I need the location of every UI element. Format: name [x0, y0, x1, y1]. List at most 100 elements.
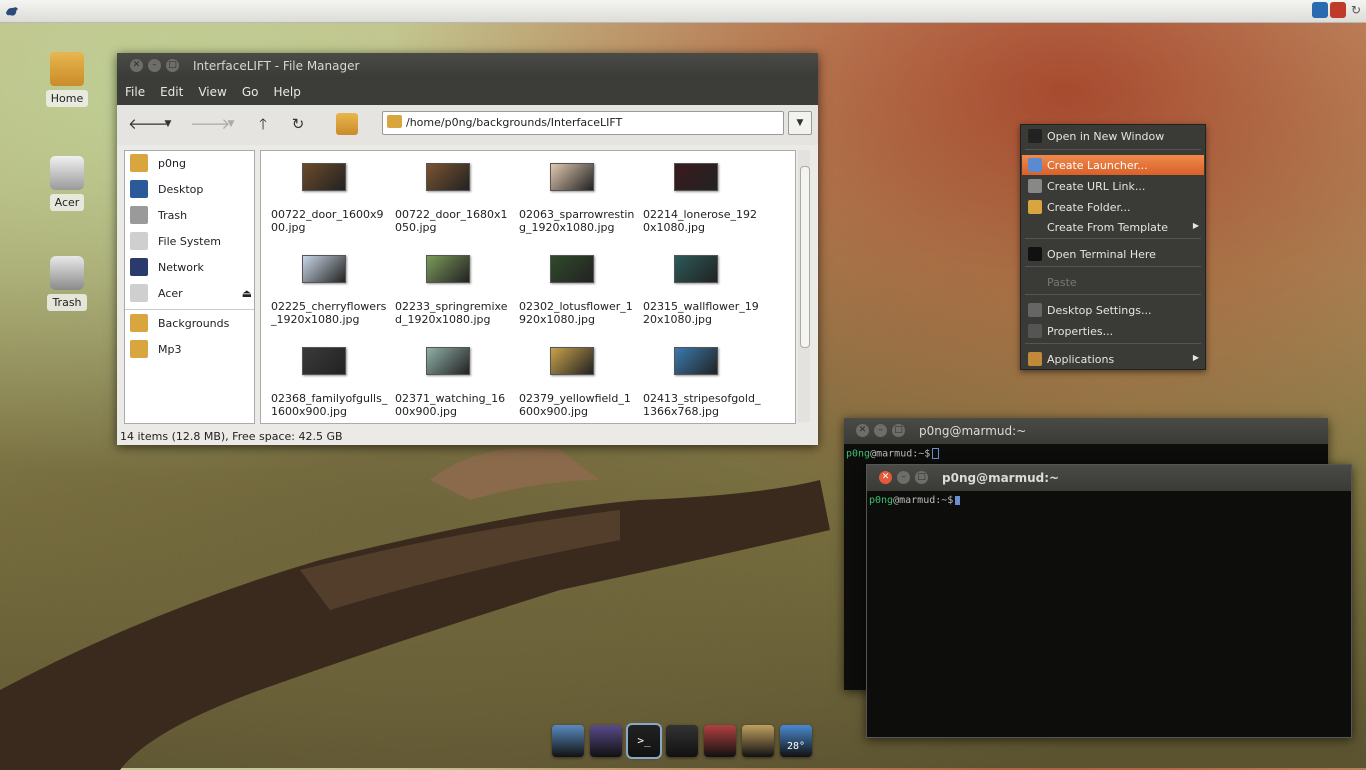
weather-temperature: 28° — [786, 741, 806, 752]
sidebar-item-backgrounds[interactable]: Backgrounds — [130, 313, 229, 333]
eject-icon[interactable]: ⏏ — [242, 287, 252, 300]
file-item[interactable]: 00722_door_1680x1 050.jpg — [393, 163, 513, 243]
maximize-button[interactable]: □ — [915, 471, 928, 484]
file-item[interactable]: 02368_familyofgulls_ 1600x900.jpg — [269, 347, 389, 423]
file-item[interactable]: 02225_cherryflowers _1920x1080.jpg — [269, 255, 389, 335]
sidebar-item-home[interactable]: p0ng — [130, 153, 186, 173]
network-tray-icon[interactable] — [1312, 2, 1328, 18]
sidebar-item-acer[interactable]: Acer ⏏ — [130, 283, 252, 303]
menu-go[interactable]: Go — [242, 85, 259, 99]
image-thumbnail — [426, 163, 470, 191]
back-arrow-icon[interactable]: 🡐 — [128, 115, 168, 133]
vertical-scrollbar[interactable] — [798, 150, 810, 422]
forward-arrow-icon[interactable]: 🡒 — [190, 115, 230, 133]
menu-separator — [1025, 149, 1201, 150]
image-thumbnail — [302, 255, 346, 283]
file-item[interactable]: 00722_door_1600x9 00.jpg — [269, 163, 389, 243]
applications-item[interactable]: Applications ▶ — [1022, 349, 1204, 369]
sidebar-item-network[interactable]: Network — [130, 257, 204, 277]
menu-file[interactable]: File — [125, 85, 145, 99]
desktop-icon-label: Home — [45, 90, 89, 107]
sidebar-item-desktop[interactable]: Desktop — [130, 179, 203, 199]
sidebar-divider — [125, 309, 254, 310]
file-item[interactable]: 02233_springremixe d_1920x1080.jpg — [393, 255, 513, 335]
refresh-tray-icon[interactable]: ↻ — [1348, 2, 1364, 18]
browser-icon[interactable] — [552, 725, 584, 757]
drive-icon — [50, 156, 84, 190]
file-manager-titlebar[interactable]: ✕ – □ InterfaceLIFT - File Manager — [117, 53, 818, 79]
file-view: 00722_door_1600x9 00.jpg 00722_door_1680x1… — [260, 150, 796, 424]
create-from-template-item[interactable]: Create From Template ▶ — [1022, 217, 1204, 237]
xfce-logo-icon[interactable] — [4, 3, 20, 19]
file-manager-window: ✕ – □ InterfaceLIFT - File Manager File … — [117, 53, 818, 445]
reload-icon[interactable]: ↻ — [289, 115, 307, 133]
dock: >_ 28° — [552, 723, 812, 759]
terminal-icon[interactable]: >_ — [626, 723, 662, 759]
sidebar-item-trash[interactable]: Trash — [130, 205, 187, 225]
location-dropdown-icon[interactable]: ▼ — [788, 111, 812, 135]
close-button[interactable]: ✕ — [856, 424, 869, 437]
terminal-body[interactable]: p0ng@marmud:~$ — [867, 491, 1351, 737]
home-icon[interactable] — [336, 113, 358, 135]
desktop-icon-home[interactable]: Home — [37, 52, 97, 107]
terminal-title: p0ng@marmud:~ — [942, 471, 1060, 485]
file-name: 02413_stripesofgold_ 1366x768.jpg — [643, 392, 761, 418]
image-thumbnail — [550, 255, 594, 283]
app-a-icon[interactable] — [666, 725, 698, 757]
menu-item-label: Applications — [1047, 353, 1115, 366]
create-url-link-item[interactable]: Create URL Link... — [1022, 176, 1204, 196]
status-bar: 14 items (12.8 MB), Free space: 42.5 GB — [120, 430, 343, 443]
file-item[interactable]: 02413_stripesofgold_ 1366x768.jpg — [641, 347, 761, 423]
system-icon[interactable] — [704, 725, 736, 757]
weather-icon[interactable]: 28° — [780, 725, 812, 757]
open-terminal-item[interactable]: Open Terminal Here — [1022, 244, 1204, 264]
home-folder-icon — [50, 52, 84, 86]
system-tray: ↻ — [1312, 2, 1364, 18]
sidebar-item-mp3[interactable]: Mp3 — [130, 339, 181, 359]
maximize-button[interactable]: □ — [892, 424, 905, 437]
menu-item-label: Open Terminal Here — [1047, 248, 1156, 261]
location-bar[interactable]: /home/p0ng/backgrounds/InterfaceLIFT — [382, 111, 784, 135]
menu-view[interactable]: View — [198, 85, 226, 99]
app-tray-icon[interactable] — [1330, 2, 1346, 18]
window-icon — [1028, 129, 1042, 143]
launcher-icon — [1028, 158, 1042, 172]
terminal-window-front[interactable]: ✕ – □ p0ng@marmud:~ p0ng@marmud:~$ — [866, 464, 1352, 738]
desktop-icon-trash[interactable]: Trash — [37, 256, 97, 311]
desktop-icon-label: Acer — [49, 194, 85, 211]
menu-edit[interactable]: Edit — [160, 85, 183, 99]
create-folder-item[interactable]: Create Folder... — [1022, 197, 1204, 217]
terminal-titlebar[interactable]: ✕ – □ p0ng@marmud:~ — [844, 418, 1328, 444]
file-item[interactable]: 02315_wallflower_19 20x1080.jpg — [641, 255, 761, 335]
menu-item-label: Create Launcher... — [1047, 159, 1148, 172]
properties-item[interactable]: Properties... — [1022, 321, 1204, 341]
file-item[interactable]: 02371_watching_16 00x900.jpg — [393, 347, 513, 423]
open-new-window-item[interactable]: Open in New Window — [1022, 126, 1204, 146]
desktop-icon-acer[interactable]: Acer — [37, 156, 97, 211]
close-button[interactable]: ✕ — [130, 59, 143, 72]
forward-history-dropdown-icon[interactable]: ▼ — [222, 115, 240, 133]
scrollbar-thumb[interactable] — [800, 166, 810, 348]
up-arrow-icon[interactable]: 🡑 — [254, 115, 272, 133]
minimize-button[interactable]: – — [897, 471, 910, 484]
pidgin-icon[interactable] — [590, 725, 622, 757]
desktop-settings-item[interactable]: Desktop Settings... — [1022, 300, 1204, 320]
menu-help[interactable]: Help — [273, 85, 300, 99]
maximize-button[interactable]: □ — [166, 59, 179, 72]
file-name: 02315_wallflower_19 20x1080.jpg — [643, 300, 759, 326]
terminal-icon — [1028, 247, 1042, 261]
location-path: /home/p0ng/backgrounds/InterfaceLIFT — [406, 116, 623, 129]
file-item[interactable]: 02214_lonerose_192 0x1080.jpg — [641, 163, 761, 243]
file-name: 00722_door_1600x9 00.jpg — [271, 208, 384, 234]
close-button[interactable]: ✕ — [879, 471, 892, 484]
back-history-dropdown-icon[interactable]: ▼ — [159, 115, 177, 133]
file-item[interactable]: 02302_lotusflower_1 920x1080.jpg — [517, 255, 637, 335]
file-item[interactable]: 02379_yellowfield_1 600x900.jpg — [517, 347, 637, 423]
paint-icon[interactable] — [742, 725, 774, 757]
minimize-button[interactable]: – — [148, 59, 161, 72]
create-launcher-item[interactable]: Create Launcher... — [1022, 155, 1204, 175]
minimize-button[interactable]: – — [874, 424, 887, 437]
file-item[interactable]: 02063_sparrowrestin g_1920x1080.jpg — [517, 163, 637, 243]
terminal-titlebar[interactable]: ✕ – □ p0ng@marmud:~ — [867, 465, 1351, 491]
sidebar-item-file-system[interactable]: File System — [130, 231, 221, 251]
